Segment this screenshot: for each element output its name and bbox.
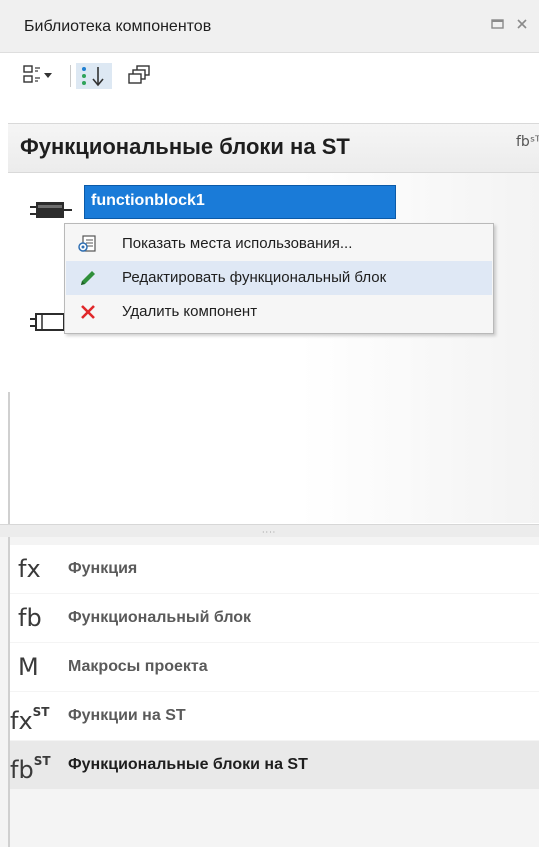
category-item[interactable]: fx Функция [10,545,539,593]
splitter-grip: ···· [262,528,277,537]
category-label: Функциональный блок [68,609,252,626]
close-icon[interactable] [515,16,531,32]
context-menu: Показать места использования... Редактир… [64,223,494,334]
view-mode-dropdown-icon[interactable] [22,63,66,89]
toolbar-separator [70,65,71,87]
category-list: fx Функция fb Функциональный блок M Макр… [0,537,539,847]
category-label: Функции на ST [68,707,186,724]
fb-st-icon: fbˢᵀ [516,134,539,150]
menu-item-label: Удалить компонент [122,303,258,320]
panel-border [8,392,10,525]
library-toolbar [0,53,539,99]
stack-view-icon[interactable] [128,63,156,89]
function-block-icon: fb [18,604,42,632]
component-name-editor[interactable]: functionblock1 [84,185,396,219]
menu-item-edit-function-block[interactable]: Редактировать функциональный блок [66,261,492,295]
panel-title: Библиотека компонентов [24,18,212,35]
category-label: Функция [68,560,138,577]
component-name: functionblock1 [91,192,205,209]
sort-icon[interactable] [76,63,112,89]
maximize-icon[interactable] [490,16,506,32]
category-label: Функциональные блоки на ST [68,756,308,773]
function-icon: fx [18,555,41,583]
category-item-selected[interactable]: fbST Функциональные блоки на ST [10,741,539,789]
category-item[interactable]: fb Функциональный блок [10,594,539,642]
menu-item-delete-component[interactable]: Удалить компонент [66,295,492,329]
panel-splitter[interactable]: ···· [0,524,539,538]
section-header: Функциональные блоки на ST fbˢᵀ [8,123,539,173]
function-block-icon[interactable] [30,200,72,222]
category-label: Макросы проекта [68,658,208,675]
category-item[interactable]: fxST Функции на ST [10,692,539,740]
pencil-icon [78,268,98,288]
function-block-st-icon: fbST [10,754,51,784]
usage-icon [78,234,98,254]
function-st-icon: fxST [10,705,50,735]
menu-item-label: Показать места использования... [122,235,353,252]
menu-item-show-usages[interactable]: Показать места использования... [66,227,492,261]
menu-item-label: Редактировать функциональный блок [122,269,387,286]
panel-titlebar: Библиотека компонентов [0,0,539,53]
delete-x-icon [78,302,98,322]
category-item[interactable]: M Макросы проекта [10,643,539,691]
section-title: Функциональные блоки на ST [20,134,350,159]
macro-icon: M [18,653,39,681]
